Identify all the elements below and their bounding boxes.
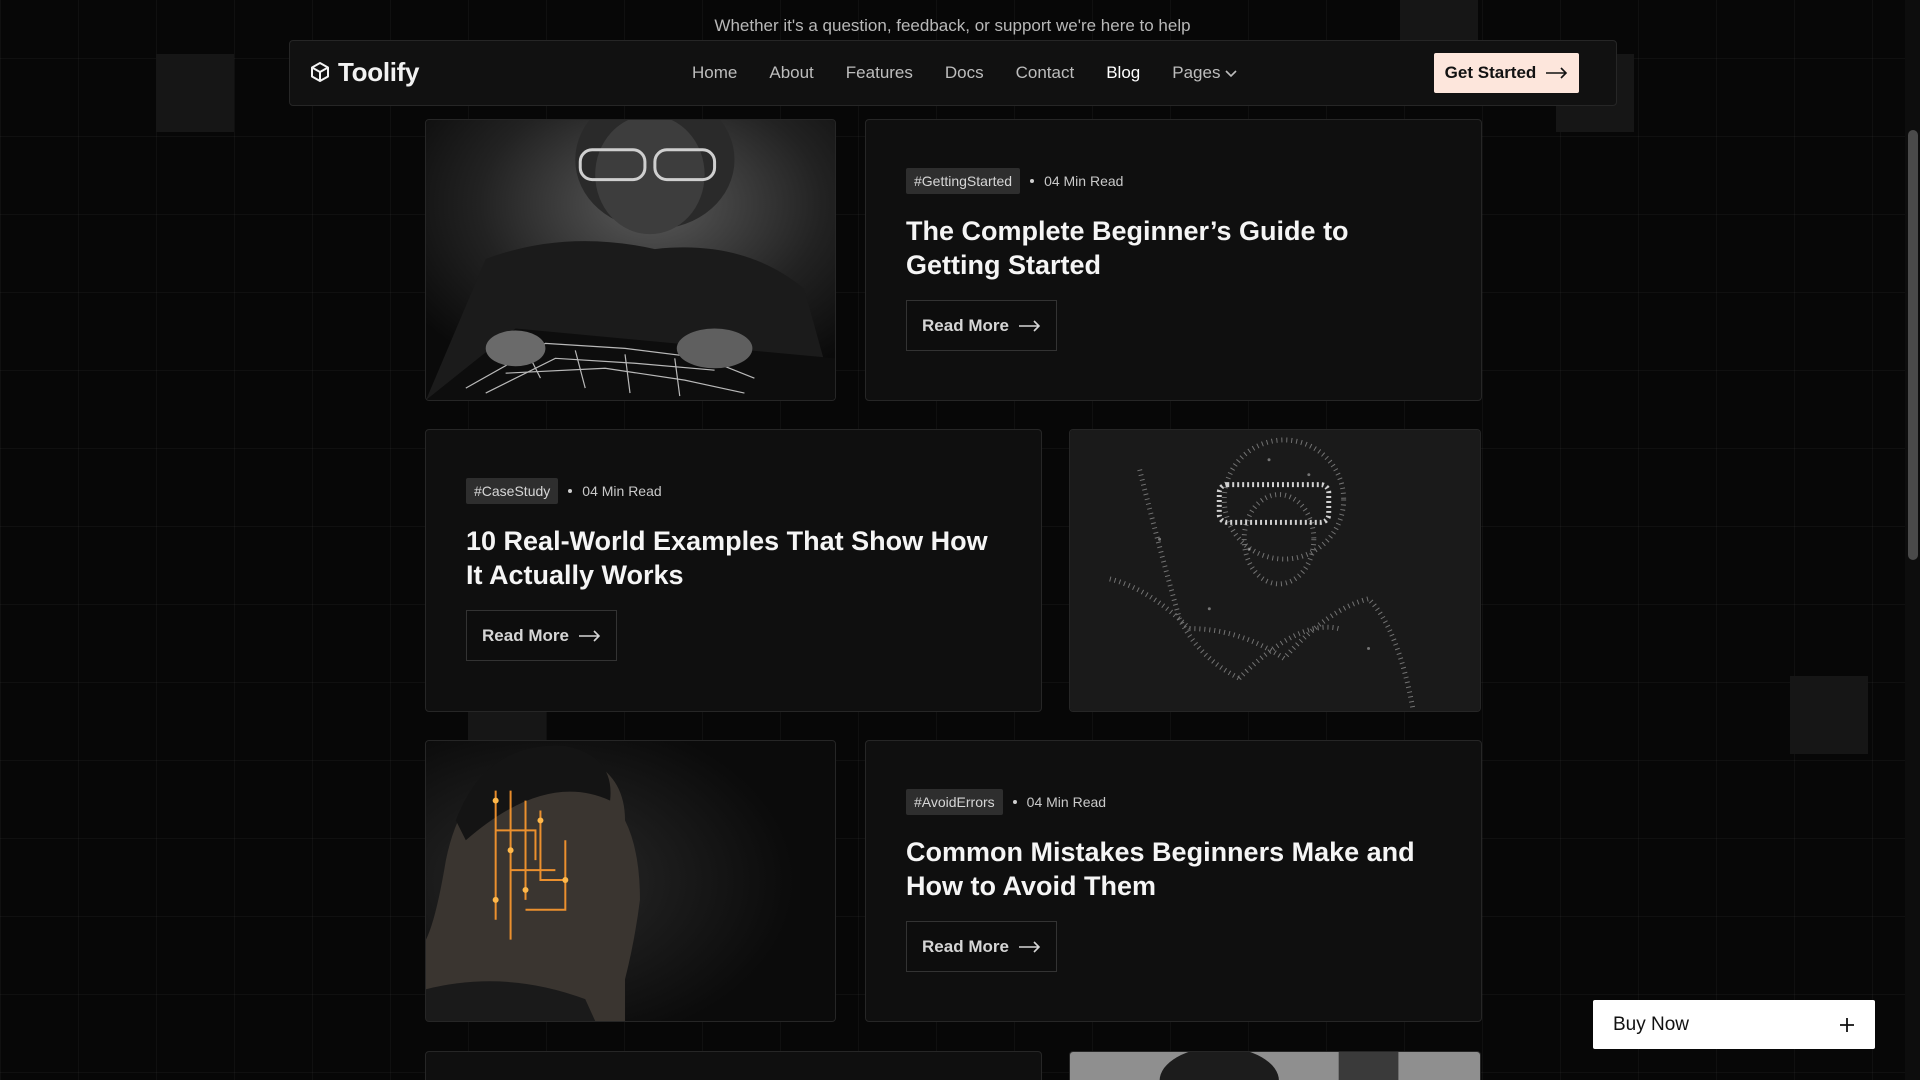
post-image-man-circuit-face[interactable]: [425, 740, 836, 1022]
post-card: #AvoidErrors 04 Min Read Common Mistakes…: [865, 740, 1482, 1022]
man-profile-circuit-face-image: [426, 741, 835, 1021]
nav-contact[interactable]: Contact: [1016, 63, 1075, 83]
read-more-label: Read More: [482, 625, 569, 645]
post-image-particle-vr[interactable]: [1069, 429, 1481, 712]
nav-pages-label: Pages: [1172, 63, 1221, 82]
buy-now-label: Buy Now: [1613, 1013, 1690, 1035]
get-started-label: Get Started: [1444, 63, 1537, 82]
post-image-man-circuit[interactable]: [425, 119, 836, 401]
post-card: #CaseStudy 04 Min Read 10 Real-World Exa…: [425, 429, 1042, 712]
get-started-button[interactable]: Get Started: [1434, 53, 1579, 93]
read-time: 04 Min Read: [582, 483, 662, 499]
chevron-down-icon: [1225, 70, 1238, 78]
navbar: Toolify Home About Features Docs Contact…: [289, 40, 1617, 106]
nav-home[interactable]: Home: [692, 63, 737, 83]
read-more-label: Read More: [922, 936, 1009, 956]
nav-blog[interactable]: Blog: [1106, 63, 1140, 83]
post-meta: #AvoidErrors 04 Min Read: [906, 789, 1106, 815]
post-image-partial-graphic: [1070, 1052, 1480, 1080]
read-more-button[interactable]: Read More: [906, 300, 1057, 351]
bg-grid-square: [156, 54, 234, 132]
read-time: 04 Min Read: [1044, 173, 1124, 189]
bg-grid-square: [468, 710, 546, 740]
plus-icon: [1840, 1017, 1854, 1032]
man-working-on-circuit-board-image: [426, 120, 835, 400]
cube-logo-icon: [311, 61, 329, 82]
post-title[interactable]: Common Mistakes Beginners Make and How t…: [906, 835, 1441, 903]
nav-pages-dropdown[interactable]: Pages: [1172, 63, 1238, 83]
read-more-button[interactable]: Read More: [906, 921, 1057, 972]
arrow-right-icon: [1018, 319, 1041, 332]
brand-logo[interactable]: Toolify: [308, 57, 419, 88]
nav-about[interactable]: About: [769, 63, 813, 83]
post-meta: #CaseStudy 04 Min Read: [466, 478, 662, 504]
meta-separator-dot: [1030, 179, 1035, 183]
post-card-partial: [425, 1051, 1042, 1080]
bg-grid-square: [1790, 676, 1868, 754]
scrollbar-thumb[interactable]: [1908, 130, 1918, 560]
read-more-label: Read More: [922, 315, 1009, 335]
scrollbar-track[interactable]: [1905, 0, 1920, 1080]
nav-links: Home About Features Docs Contact Blog Pa…: [692, 63, 1270, 83]
read-more-button[interactable]: Read More: [466, 610, 617, 661]
post-image-partial[interactable]: [1069, 1051, 1481, 1080]
meta-separator-dot: [568, 489, 573, 493]
post-card: #GettingStarted 04 Min Read The Complete…: [865, 119, 1482, 401]
particle-person-vr-headset-image: [1070, 430, 1480, 711]
nav-features[interactable]: Features: [846, 63, 913, 83]
post-tag[interactable]: #CaseStudy: [466, 478, 559, 504]
post-title[interactable]: The Complete Beginner’s Guide to Getting…: [906, 214, 1441, 282]
buy-now-button[interactable]: Buy Now: [1593, 1000, 1875, 1049]
arrow-right-icon: [1018, 940, 1041, 953]
read-time: 04 Min Read: [1026, 794, 1107, 810]
post-meta: #GettingStarted 04 Min Read: [906, 168, 1123, 194]
top-message: Whether it's a question, feedback, or su…: [714, 16, 1191, 35]
post-tag[interactable]: #AvoidErrors: [906, 789, 1003, 815]
post-title[interactable]: 10 Real-World Examples That Show How It …: [466, 524, 1001, 592]
post-tag[interactable]: #GettingStarted: [906, 168, 1021, 194]
nav-docs[interactable]: Docs: [945, 63, 984, 83]
meta-separator-dot: [1012, 800, 1017, 804]
arrow-right-icon: [578, 629, 601, 642]
arrow-right-icon: [1546, 67, 1568, 79]
brand-name: Toolify: [338, 57, 420, 87]
